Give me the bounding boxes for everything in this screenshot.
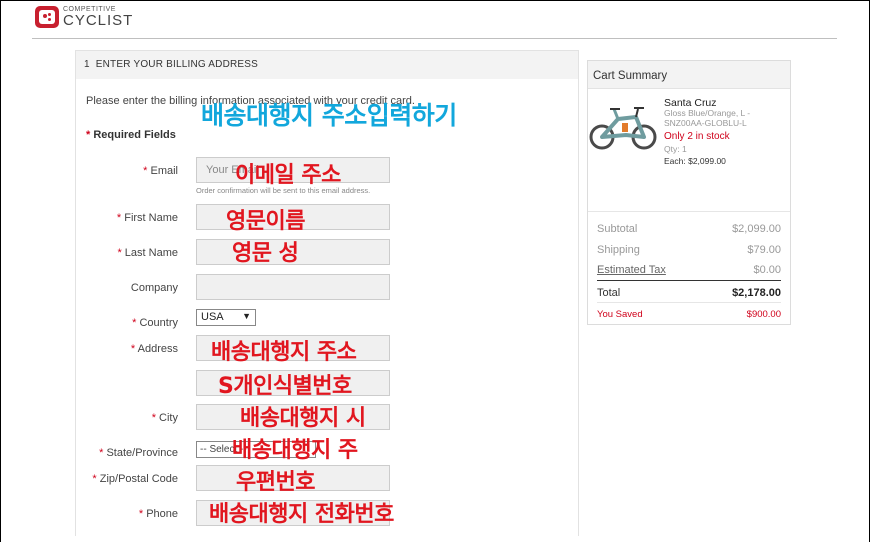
state-label: * State/Province	[99, 447, 178, 459]
total-row: Total $2,178.00	[597, 287, 781, 299]
step-number: 1	[84, 59, 90, 70]
annotation-state: 배송대행지 주	[232, 438, 358, 463]
product-variant-line-2: SNZ00AA-GLOBLU-L	[664, 117, 747, 128]
subtotal-label: Subtotal	[597, 223, 638, 235]
logo-icon	[35, 6, 59, 28]
annotation-first-name: 영문이름	[226, 209, 305, 234]
header-divider	[32, 38, 837, 39]
country-label: * Country	[132, 317, 178, 329]
annotation-phone: 배송대행지 전화번호	[209, 502, 394, 527]
estimated-tax-link[interactable]: Estimated Tax	[597, 264, 666, 276]
billing-section-header: 1 ENTER YOUR BILLING ADDRESS	[76, 51, 578, 79]
city-label: * City	[151, 412, 178, 424]
first-name-label: * First Name	[116, 212, 178, 224]
address-label: * Address	[130, 343, 178, 355]
subtotal-value: $2,099.00	[732, 223, 781, 235]
tax-value: $0.00	[753, 264, 781, 276]
cart-summary-title: Cart Summary	[588, 61, 790, 89]
last-name-label: * Last Name	[117, 247, 178, 259]
annotation-city: 배송대행지 시	[240, 406, 366, 431]
brand-logo[interactable]: COMPETITIVE CYCLIST	[35, 6, 133, 28]
annotation-zip: 우편번호	[236, 470, 315, 495]
annotation-address2: S개인식별번호	[218, 374, 352, 399]
dropdown-arrow-icon: ▼	[242, 311, 251, 321]
company-field[interactable]	[196, 274, 390, 300]
product-details: Santa Cruz Gloss Blue/Orange, L - SNZ00A…	[664, 97, 788, 166]
total-divider	[597, 280, 781, 281]
cart-divider	[588, 211, 790, 212]
annotation-last-name: 영문 성	[232, 241, 299, 266]
billing-form: Please enter the billing information ass…	[76, 79, 578, 536]
bike-icon	[589, 107, 657, 150]
required-fields-note: * Required Fields	[86, 129, 176, 141]
shipping-label: Shipping	[597, 244, 640, 256]
saved-label: You Saved	[597, 309, 643, 320]
saved-row: You Saved $900.00	[597, 309, 781, 320]
total-label: Total	[597, 287, 621, 299]
logo-wordmark: COMPETITIVE CYCLIST	[63, 6, 133, 28]
zip-label: * Zip/Postal Code	[92, 473, 178, 485]
subtotal-row: Subtotal $2,099.00	[597, 223, 781, 235]
saved-value: $900.00	[746, 309, 781, 320]
product-image[interactable]	[588, 97, 660, 161]
phone-label: * Phone	[138, 508, 178, 520]
email-label: * Email	[143, 165, 178, 177]
country-select[interactable]: USA ▼	[196, 309, 256, 326]
cart-summary: Cart Summary Santa Cruz Gloss Blue/Orang…	[587, 60, 791, 325]
annotation-email: 이메일 주소	[235, 163, 341, 188]
logo-line-2: CYCLIST	[63, 12, 134, 29]
country-value: USA	[201, 311, 224, 323]
stock-status: Only 2 in stock	[664, 130, 730, 142]
product-qty: Qty: 1	[664, 143, 687, 154]
shipping-value: $79.00	[747, 244, 781, 256]
site-header: COMPETITIVE CYCLIST	[0, 0, 870, 40]
shipping-row: Shipping $79.00	[597, 244, 781, 256]
step-title: ENTER YOUR BILLING ADDRESS	[95, 59, 259, 70]
annotation-title: 배송대행지 주소입력하기	[201, 101, 457, 130]
saved-divider	[597, 302, 781, 303]
product-each-price: Each: $2,099.00	[664, 155, 726, 166]
company-label: Company	[130, 282, 178, 294]
required-fields-label: Required Fields	[93, 129, 176, 141]
annotation-address: 배송대행지 주소	[211, 340, 357, 365]
window-border-left	[0, 0, 1, 542]
total-value: $2,178.00	[732, 287, 781, 299]
tax-row: Estimated Tax $0.00	[597, 264, 781, 276]
